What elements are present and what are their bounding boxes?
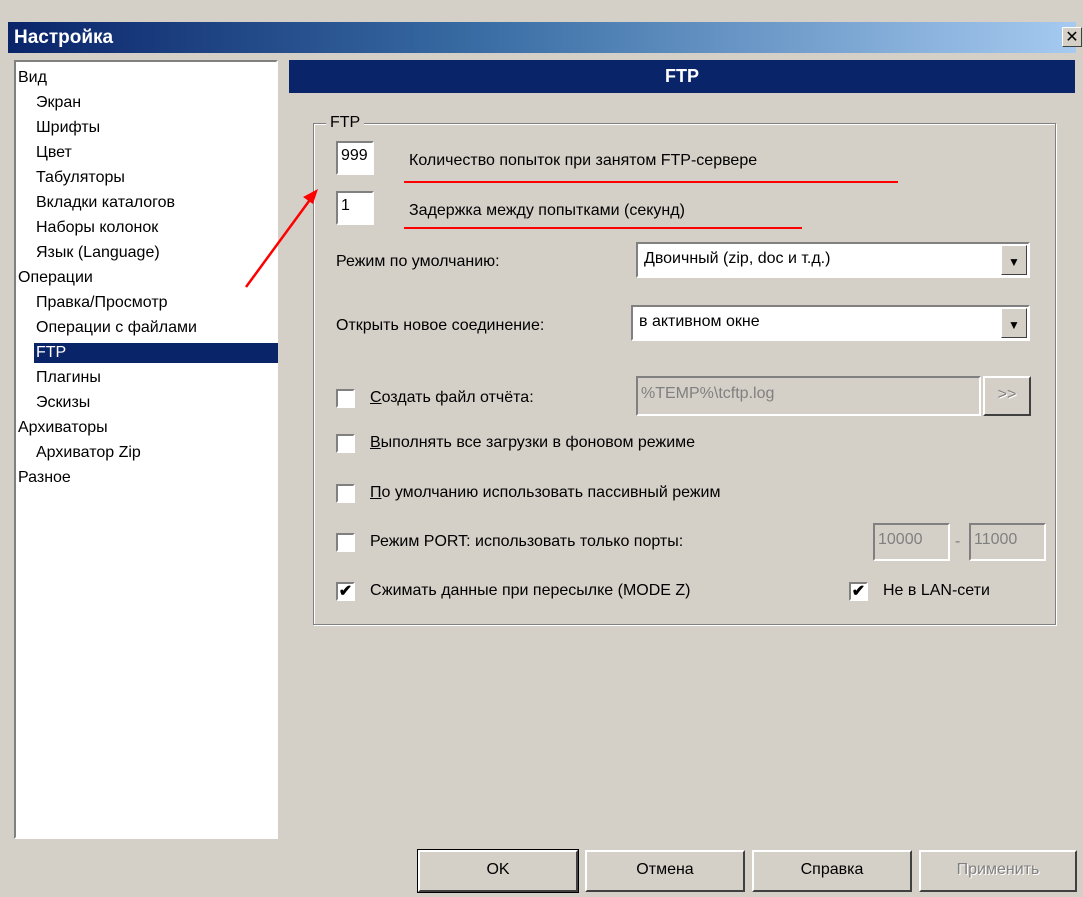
mode-select-value: Двоичный (zip, doc и т.д.) — [644, 250, 831, 267]
logfile-browse-button[interactable]: >> — [983, 376, 1031, 416]
passive-checkbox[interactable] — [336, 484, 355, 503]
tree-item-thumbnails[interactable]: Эскизы — [36, 393, 90, 413]
tree-item-column-sets[interactable]: Наборы колонок — [36, 218, 158, 238]
panel-header: FTP — [289, 60, 1075, 93]
port-checkbox[interactable] — [336, 533, 355, 552]
mode-select[interactable]: Двоичный (zip, doc и т.д.) ▼ — [636, 242, 1030, 278]
background-checkbox[interactable] — [336, 434, 355, 453]
tree-item-screen[interactable]: Экран — [36, 93, 81, 113]
settings-window: Настройка ✕ Вид Экран Шрифты Цвет Табуля… — [0, 0, 1083, 897]
background-label: Выполнять все загрузки в фоновом режиме — [370, 434, 696, 451]
tree-item-language[interactable]: Язык (Language) — [36, 243, 160, 263]
window-title: Настройка — [14, 27, 114, 48]
arrow-down-icon[interactable]: ▼ — [1001, 245, 1027, 275]
tree-item-operations[interactable]: Операции — [18, 268, 93, 288]
settings-tree[interactable]: Вид Экран Шрифты Цвет Табуляторы Вкладки… — [14, 60, 278, 839]
passive-label: По умолчанию использовать пассивный режи… — [370, 484, 721, 501]
tree-item-file-operations[interactable]: Операции с файлами — [36, 318, 197, 338]
port-to-input[interactable]: 11000 — [969, 523, 1046, 561]
cancel-button[interactable]: Отмена — [585, 850, 745, 892]
compress-checkbox[interactable]: ✔ — [336, 582, 355, 601]
compress-label: Сжимать данные при пересылке (MODE Z) — [370, 582, 691, 599]
check-icon: ✔ — [338, 583, 353, 600]
tree-item-tabs[interactable]: Табуляторы — [36, 168, 125, 188]
arrow-down-icon[interactable]: ▼ — [1001, 308, 1027, 338]
tree-item-view[interactable]: Вид — [18, 68, 47, 88]
retries-label: Количество попыток при занятом FTP-серве… — [409, 152, 758, 169]
mode-label: Режим по умолчанию: — [336, 253, 500, 270]
tree-item-edit-view[interactable]: Правка/Просмотр — [36, 293, 168, 313]
logfile-checkbox[interactable] — [336, 389, 355, 408]
delay-input[interactable]: 1 — [336, 191, 374, 225]
newconn-select[interactable]: в активном окне ▼ — [631, 305, 1030, 341]
tree-item-plugins[interactable]: Плагины — [36, 368, 101, 388]
close-button[interactable]: ✕ — [1062, 27, 1082, 47]
delay-label: Задержка между попытками (секунд) — [409, 202, 685, 219]
tree-item-color[interactable]: Цвет — [36, 143, 72, 163]
annotation-underline-delay — [404, 227, 802, 229]
tree-item-zip-archiver[interactable]: Архиватор Zip — [36, 443, 141, 463]
logfile-input[interactable]: %TEMP%\tcftp.log — [636, 376, 981, 416]
newconn-label: Открыть новое соединение: — [336, 317, 545, 334]
title-bar[interactable]: Настройка — [8, 22, 1076, 53]
apply-button[interactable]: Применить — [919, 850, 1077, 892]
notlan-label: Не в LAN-сети — [883, 582, 990, 599]
port-label: Режим PORT: использовать только порты: — [370, 533, 684, 550]
retries-input[interactable]: 999 — [336, 141, 374, 175]
annotation-underline-retries — [404, 181, 898, 183]
tree-item-fonts[interactable]: Шрифты — [36, 118, 100, 138]
newconn-select-value: в активном окне — [639, 313, 760, 330]
group-label: FTP — [326, 113, 365, 133]
ok-button[interactable]: OK — [417, 849, 579, 893]
tree-item-ftp[interactable]: FTP — [34, 343, 278, 363]
close-icon: ✕ — [1065, 29, 1079, 46]
tree-item-archivers[interactable]: Архиваторы — [18, 418, 108, 438]
tree-item-misc[interactable]: Разное — [18, 468, 71, 488]
panel-title: FTP — [665, 66, 699, 86]
check-icon: ✔ — [851, 583, 866, 600]
port-separator: - — [955, 533, 961, 550]
logfile-label: Создать файл отчёта: — [370, 389, 534, 406]
port-from-input[interactable]: 10000 — [873, 523, 950, 561]
notlan-checkbox[interactable]: ✔ — [849, 582, 868, 601]
help-button[interactable]: Справка — [752, 850, 912, 892]
tree-item-folder-tabs[interactable]: Вкладки каталогов — [36, 193, 175, 213]
